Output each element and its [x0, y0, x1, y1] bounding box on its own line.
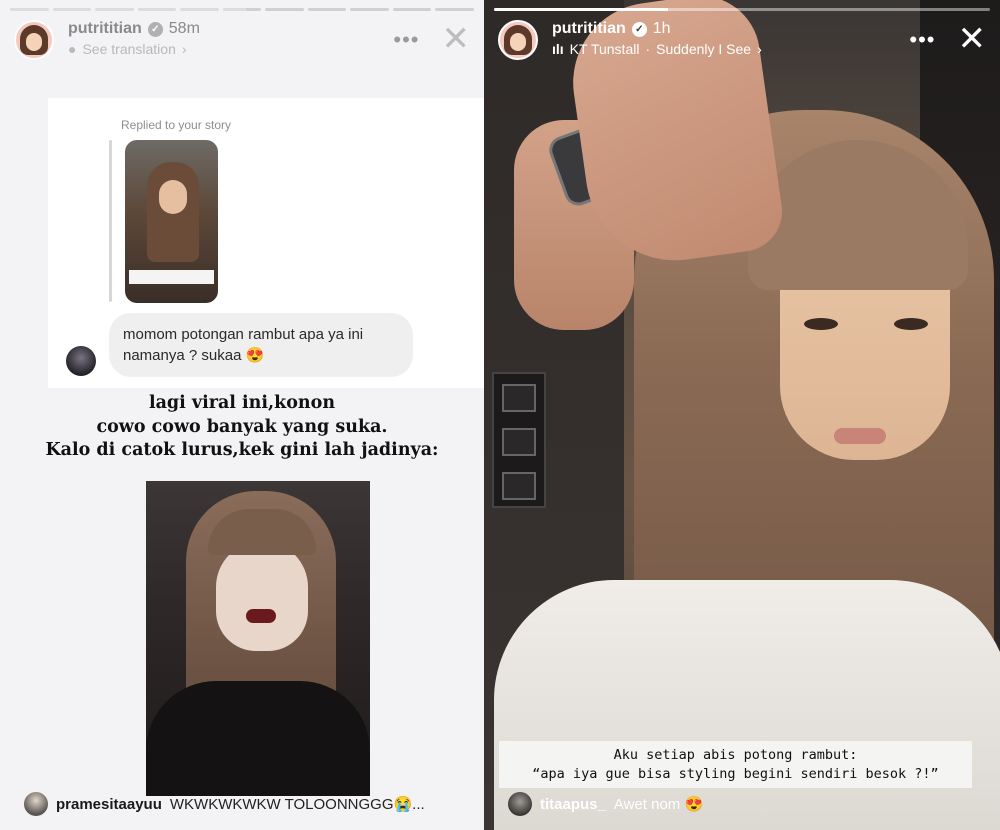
- story-progress-bar: [10, 8, 475, 11]
- caption-line: “apa iya gue bisa styling begini sendiri…: [532, 766, 939, 782]
- progress-segment: [180, 8, 219, 11]
- caption-line: Aku setiap abis potong rambut:: [613, 747, 858, 763]
- comment-row[interactable]: titaapus_ Awet nom 😍: [508, 792, 703, 816]
- headline-line: cowo cowo banyak yang suka.: [96, 416, 388, 437]
- progress-fill: [494, 8, 668, 11]
- verified-badge-icon: ✓: [147, 21, 163, 37]
- progress-segment: [52, 8, 92, 11]
- chevron-right-icon: ›: [181, 41, 187, 57]
- progress-segment: [350, 8, 389, 11]
- progress-fill: [10, 8, 49, 11]
- music-attribution[interactable]: ılı KT Tunstall · Suddenly I See ›: [552, 41, 762, 57]
- progress-segment: [435, 8, 475, 11]
- verified-badge-icon: ✓: [631, 21, 647, 37]
- comment-row[interactable]: pramesitaayuu WKWKWKWKW TOLOONNGGG😭...: [24, 792, 480, 816]
- post-time: 1h: [652, 20, 671, 37]
- progress-segment: [10, 8, 49, 11]
- progress-segment: [494, 8, 990, 11]
- embedded-video-clip: [146, 481, 370, 796]
- left-story-panel[interactable]: putrititian ✓ 58m ● See translation › ••…: [0, 0, 484, 830]
- right-story-panel[interactable]: putrititian ✓ 1h ılı KT Tunstall · Sudde…: [484, 0, 1000, 830]
- headline-line: lagi viral ini,konon: [148, 393, 336, 413]
- story-progress-bar: [494, 8, 990, 11]
- see-translation-label: See translation: [82, 41, 176, 57]
- wall-outlet-panel: [492, 372, 546, 508]
- replied-label: Replied to your story: [121, 118, 232, 132]
- sender-avatar: [66, 346, 96, 376]
- progress-segment: [265, 8, 304, 11]
- message-line: namanya ? sukaa 😍: [123, 347, 265, 364]
- headline-line: Kalo di catok lurus,kek gini lah jadinya…: [45, 440, 439, 460]
- progress-segment: [137, 8, 177, 11]
- commenter-username[interactable]: titaapus_: [540, 796, 606, 813]
- story-header: putrititian ✓ 58m ● See translation › ••…: [14, 20, 470, 66]
- username[interactable]: putrititian: [68, 20, 142, 38]
- comment-text: WKWKWKWKW TOLOONNGGG😭...: [169, 796, 425, 813]
- subject-eye: [804, 318, 838, 330]
- see-translation-link[interactable]: ● See translation ›: [68, 41, 200, 57]
- music-artist: KT Tunstall: [569, 41, 640, 57]
- music-separator: ·: [645, 41, 651, 57]
- reply-divider: [109, 140, 112, 302]
- progress-segment: [392, 8, 432, 11]
- post-time: 58m: [168, 20, 200, 37]
- subject-lips: [834, 428, 886, 444]
- more-horizontal-icon[interactable]: •••: [909, 28, 935, 51]
- progress-fill: [137, 8, 177, 11]
- username[interactable]: putrititian: [552, 20, 626, 38]
- commenter-avatar: [24, 792, 48, 816]
- commenter-avatar: [508, 792, 532, 816]
- music-bars-icon: ılı: [552, 41, 564, 57]
- progress-fill: [222, 8, 246, 11]
- progress-fill: [180, 8, 219, 11]
- avatar[interactable]: [498, 20, 538, 60]
- message-bubble: momom potongan rambut apa ya ini namanya…: [109, 313, 413, 377]
- commenter-username[interactable]: pramesitaayuu: [56, 796, 162, 813]
- comment-text: Awet nom 😍: [613, 796, 704, 813]
- translate-icon: ●: [68, 41, 77, 57]
- subject-eye: [894, 318, 928, 330]
- progress-fill: [95, 8, 134, 11]
- progress-segment: [307, 8, 347, 11]
- story-headline: lagi viral ini,konon cowo cowo banyak ya…: [20, 392, 464, 463]
- chevron-right-icon: ›: [757, 41, 762, 57]
- replied-story-thumbnail[interactable]: [125, 140, 218, 303]
- story-caption: Aku setiap abis potong rambut: “apa iya …: [499, 741, 972, 788]
- message-line: momom potongan rambut apa ya ini: [123, 326, 364, 343]
- progress-fill: [52, 8, 92, 11]
- progress-segment: [222, 8, 262, 11]
- close-icon[interactable]: ✕: [442, 22, 471, 56]
- close-icon[interactable]: ✕: [958, 22, 987, 56]
- avatar[interactable]: [14, 20, 54, 60]
- music-song: Suddenly I See: [656, 41, 752, 57]
- progress-segment: [95, 8, 134, 11]
- story-header: putrititian ✓ 1h ılı KT Tunstall · Sudde…: [498, 20, 986, 66]
- more-horizontal-icon[interactable]: •••: [393, 28, 419, 51]
